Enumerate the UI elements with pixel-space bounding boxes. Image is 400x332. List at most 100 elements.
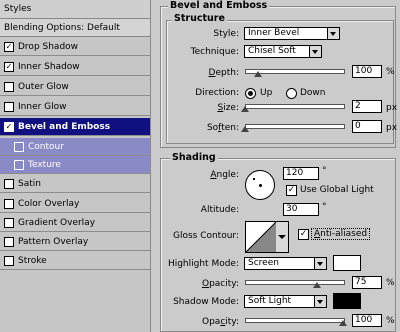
gloss-contour-preview[interactable]	[245, 221, 277, 253]
inner-shadow-checkbox[interactable]: ✓	[4, 61, 14, 72]
direction-up-radio[interactable]	[245, 88, 256, 99]
contour-curve-icon	[246, 222, 276, 252]
shadow-opacity-thumb[interactable]	[339, 320, 347, 326]
direction-up-label: Up	[260, 88, 273, 98]
style-item-stroke[interactable]: Stroke	[0, 252, 150, 270]
style-item-satin[interactable]: Satin	[0, 175, 150, 193]
gradient-overlay-checkbox[interactable]	[4, 217, 14, 228]
soften-slider-track[interactable]	[245, 124, 345, 129]
shadow-opacity-track[interactable]	[245, 318, 345, 323]
style-item-label: Outer Glow	[18, 82, 69, 92]
gloss-contour-label: Gloss Contour:	[172, 231, 239, 241]
style-item-label: Color Overlay	[18, 199, 80, 209]
highlight-mode-label: Highlight Mode:	[167, 259, 239, 269]
angle-label: Angle:	[210, 170, 239, 180]
altitude-label: Altitude:	[200, 205, 239, 215]
structure-title: Structure	[172, 13, 227, 24]
style-item-label: Texture	[28, 160, 61, 170]
depth-input[interactable]: 100	[352, 65, 382, 78]
highlight-mode-select[interactable]: Screen	[244, 257, 327, 270]
contour-checkbox[interactable]	[14, 141, 24, 152]
style-item-pattern-overlay[interactable]: Pattern Overlay	[0, 233, 150, 251]
style-item-label: Stroke	[18, 256, 47, 266]
size-slider-thumb[interactable]	[241, 106, 249, 112]
style-item-texture[interactable]: Texture	[0, 156, 150, 174]
size-input[interactable]: 2	[352, 100, 382, 113]
highlight-opacity-input[interactable]: 75	[352, 276, 382, 289]
stroke-checkbox[interactable]	[4, 255, 14, 266]
style-item-label: Satin	[18, 179, 41, 189]
size-label: Size:	[217, 103, 239, 113]
highlight-mode-value: Screen	[248, 258, 279, 268]
style-item-label: Gradient Overlay	[18, 218, 96, 228]
altitude-input[interactable]: 30	[283, 203, 319, 216]
style-item-inner-glow[interactable]: Inner Glow	[0, 98, 150, 116]
technique-select-value: Chisel Soft	[248, 46, 296, 56]
style-item-bevel-emboss[interactable]: ✓ Bevel and Emboss	[0, 118, 150, 136]
size-unit: px	[386, 103, 398, 113]
anti-aliased-label: Anti-aliased	[311, 228, 371, 240]
style-item-outer-glow[interactable]: Outer Glow	[0, 78, 150, 96]
size-slider-track[interactable]	[245, 104, 345, 109]
global-light-checkbox[interactable]: ✓	[286, 185, 297, 196]
angle-center	[259, 184, 262, 187]
global-light-label: Use Global Light	[300, 185, 374, 195]
technique-label: Technique:	[190, 47, 239, 57]
shadow-mode-label: Shadow Mode:	[173, 297, 239, 307]
highlight-opacity-label: Opacity:	[201, 279, 239, 289]
styles-panel: Styles Blending Options: Default ✓ Drop S…	[0, 0, 151, 332]
chevron-down-icon	[314, 296, 326, 307]
outer-glow-checkbox[interactable]	[4, 81, 14, 92]
soften-slider-thumb[interactable]	[241, 126, 249, 132]
color-overlay-checkbox[interactable]	[4, 198, 14, 209]
texture-checkbox[interactable]	[14, 159, 24, 170]
style-item-label: Inner Glow	[18, 102, 67, 112]
gloss-contour-dropdown[interactable]	[276, 221, 289, 253]
shadow-color-swatch[interactable]	[333, 293, 361, 309]
highlight-color-swatch[interactable]	[333, 255, 361, 271]
styles-header[interactable]: Styles	[0, 0, 150, 19]
angle-wheel[interactable]	[245, 170, 275, 200]
chevron-down-icon	[278, 235, 286, 239]
inner-glow-checkbox[interactable]	[4, 101, 14, 112]
soften-unit: px	[386, 123, 398, 133]
shadow-opacity-label: Opacity:	[202, 317, 239, 327]
highlight-opacity-thumb[interactable]	[313, 282, 321, 288]
style-item-color-overlay[interactable]: Color Overlay	[0, 195, 150, 213]
highlight-opacity-track[interactable]	[245, 280, 345, 285]
technique-select[interactable]: Chisel Soft	[244, 45, 322, 58]
pattern-overlay-checkbox[interactable]	[4, 236, 14, 247]
anti-aliased-checkbox[interactable]: ✓	[298, 229, 309, 240]
depth-unit: %	[386, 67, 395, 77]
shadow-opacity-unit: %	[386, 316, 395, 326]
chevron-down-icon	[314, 258, 326, 269]
direction-down-radio[interactable]	[286, 88, 297, 99]
style-select[interactable]: Inner Bevel	[244, 27, 340, 40]
style-item-label: Inner Shadow	[18, 62, 80, 72]
drop-shadow-checkbox[interactable]: ✓	[4, 41, 14, 52]
style-item-inner-shadow[interactable]: ✓ Inner Shadow	[0, 58, 150, 76]
angle-input[interactable]: 120	[283, 167, 319, 180]
shading-title: Shading	[170, 152, 218, 163]
direction-down-label: Down	[300, 88, 326, 98]
angle-degree: °	[322, 166, 327, 176]
soften-label: Soften:	[206, 123, 239, 133]
soften-input[interactable]: 0	[352, 120, 382, 133]
style-item-label: Contour	[28, 142, 64, 152]
depth-label: Depth:	[208, 68, 239, 78]
style-item-gradient-overlay[interactable]: Gradient Overlay	[0, 214, 150, 232]
chevron-down-icon	[327, 28, 339, 39]
angle-indicator	[253, 178, 255, 180]
highlight-opacity-unit: %	[386, 278, 395, 288]
blending-options-item[interactable]: Blending Options: Default	[0, 19, 150, 37]
bevel-emboss-checkbox[interactable]: ✓	[4, 121, 14, 132]
shadow-mode-value: Soft Light	[248, 296, 292, 306]
bevel-emboss-title: Bevel and Emboss	[168, 0, 270, 11]
shadow-opacity-input[interactable]: 100	[352, 314, 382, 327]
style-item-contour[interactable]: Contour	[0, 138, 150, 156]
depth-slider-thumb[interactable]	[254, 71, 262, 77]
style-item-drop-shadow[interactable]: ✓ Drop Shadow	[0, 38, 150, 56]
style-item-label: Pattern Overlay	[18, 237, 89, 247]
satin-checkbox[interactable]	[4, 178, 14, 189]
shadow-mode-select[interactable]: Soft Light	[244, 295, 327, 308]
